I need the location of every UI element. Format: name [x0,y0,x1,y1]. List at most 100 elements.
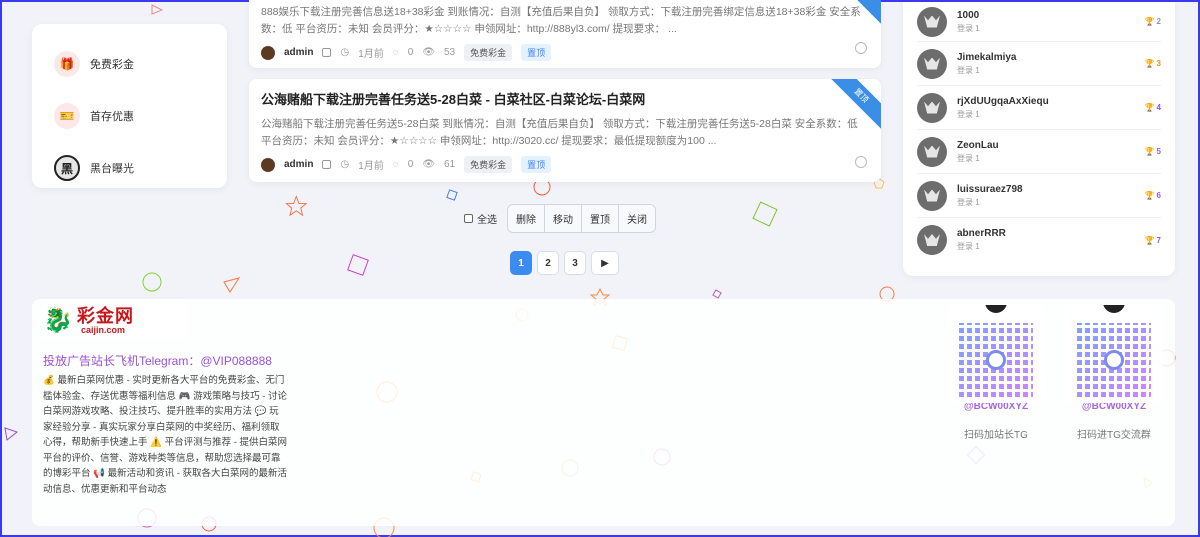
trophy-icon: 🏆 [1144,191,1155,200]
ranking-login-count: 登录 1 [957,197,980,207]
avatar [917,225,947,255]
pagination: 1 2 3 ▶ [510,251,619,275]
select-all-checkbox[interactable]: 全选 [464,211,497,226]
qr-code-image [1065,305,1163,403]
user-ranking-card: 1000 登录 1 🏆 2 Jimekalmiya 登录 1 🏆 3 rjXdUUgqa… [903,2,1175,276]
avatar [917,136,947,167]
avatar [261,157,275,172]
page-button-1[interactable]: 1 [510,251,532,275]
pin-button[interactable]: 置顶 [582,205,619,232]
avatar [917,6,947,37]
telegram-icon [1104,350,1124,370]
ranking-row[interactable]: 1000 登录 1 🏆 2 [917,2,1161,42]
qr-code-admin: @BCW00XYZ 扫码加站长TG [947,305,1045,441]
ranking-position: 🏆 4 [1144,103,1161,112]
post-meta: admin ◷ 1月前 ◌ 0 👁 61 免费彩金 置顶 [261,156,869,173]
post-title[interactable]: 公海赌船下载注册完善任务送5-28白菜 - 白菜社区-白菜论坛-白菜网 [261,89,869,108]
ranking-username: luissuraez798 [957,183,1023,195]
ranking-login-count: 登录 1 [957,23,980,33]
ranking-row[interactable]: luissuraez798 登录 1 🏆 6 [917,174,1161,218]
avatar [917,48,947,79]
logo-domain: caijin.com [81,325,126,335]
move-button[interactable]: 移动 [545,205,582,232]
page-button-3[interactable]: 3 [564,251,586,275]
category-item-first-deposit[interactable]: 🎫 首存优惠 [54,90,205,142]
post-card[interactable]: 888娱乐下载注册完善信息送18+38彩金 到账情况：自测【充值后果自负】 领取… [249,0,881,68]
blacklist-icon: 黑 [54,155,80,181]
avatar [261,45,275,60]
clock-icon: ◷ [340,47,350,58]
ranking-login-count: 登录 1 [957,109,980,119]
ranking-username: Jimekalmiya [957,51,1017,63]
ranking-row[interactable]: Jimekalmiya 登录 1 🏆 3 [917,42,1161,86]
trophy-icon: 🏆 [1144,59,1155,68]
ranking-username: ZeonLau [957,139,999,151]
post-time: 1月前 [358,49,384,60]
post-card[interactable]: 公海赌船下载注册完善任务送5-28白菜 - 白菜社区-白菜论坛-白菜网 公海赌船… [249,79,881,182]
bulk-actions: 全选 删除 移动 置顶 关闭 [464,204,656,233]
post-top-tag: 置顶 [521,156,552,173]
qr-caption: 扫码加站长TG [964,430,1028,441]
dragon-logo-icon: 🐉 [43,307,73,334]
comment-icon: ◌ [392,159,399,170]
eye-icon: 👁 [422,47,435,58]
ranking-row[interactable]: rjXdUUgqaAxXiequ 登录 1 🏆 4 [917,86,1161,130]
eye-icon: 👁 [422,159,435,170]
ranking-position: 🏆 2 [1144,17,1161,26]
ranking-position: 🏆 6 [1144,191,1161,200]
post-views: 53 [443,47,456,58]
post-select-checkbox[interactable] [322,160,332,169]
comment-icon: ◌ [392,47,399,58]
ranking-position: 🏆 3 [1144,59,1161,68]
ranking-position: 🏆 7 [1144,235,1161,245]
trophy-icon: 🏆 [1144,103,1155,112]
category-label: 黑台曝光 [90,163,134,175]
post-summary: 公海赌船下载注册完善任务送5-28白菜 到账情况：自测【充值后果自负】 领取方式… [261,118,858,147]
post-comments: 0 [407,159,414,170]
ranking-login-count: 登录 1 [957,65,980,75]
post-author[interactable]: admin [284,159,313,170]
close-button[interactable]: 关闭 [619,205,655,232]
post-category-tag[interactable]: 免费彩金 [464,44,513,61]
site-logo[interactable]: 🐉 彩金网 caijin.com [43,302,188,340]
ranking-login-count: 登录 1 [957,153,980,163]
post-radio[interactable] [855,156,867,168]
post-time: 1月前 [358,161,384,172]
ranking-row[interactable]: abnerRRR 登录 1 🏆 7 [917,218,1161,262]
ranking-position: 🏆 5 [1144,147,1161,156]
telegram-icon [986,350,1006,370]
post-category-tag[interactable]: 免费彩金 [464,156,513,173]
action-button-group: 删除 移动 置顶 关闭 [507,204,656,233]
category-label: 首存优惠 [90,111,134,123]
avatar [917,92,947,123]
category-label: 免费彩金 [90,59,134,71]
avatar [917,180,947,211]
delete-button[interactable]: 删除 [508,205,545,232]
trophy-icon: 🏆 [1144,17,1155,26]
trophy-icon: 🏆 [1144,235,1155,245]
ranking-row[interactable]: ZeonLau 登录 1 🏆 5 [917,130,1161,174]
select-all-label: 全选 [477,215,497,226]
post-author[interactable]: admin [284,47,313,58]
ranking-username: rjXdUUgqaAxXiequ [957,95,1049,107]
ranking-username: abnerRRR [957,228,1006,239]
post-views: 61 [443,159,456,170]
advertise-telegram-link[interactable]: 投放广告站长飞机Telegram：@VIP088888 [43,352,272,369]
post-summary: 888娱乐下载注册完善信息送18+38彩金 到账情况：自测【充值后果自负】 领取… [261,6,861,35]
trophy-icon: 🏆 [1144,147,1155,156]
ranking-login-count: 登录 1 [957,242,980,251]
post-radio[interactable] [855,42,867,54]
qr-caption: 扫码进TG交流群 [1077,430,1151,441]
checkbox-icon[interactable] [464,214,473,223]
site-footer: 🐉 彩金网 caijin.com 投放广告站长飞机Telegram：@VIP08… [32,299,1175,526]
page-button-2[interactable]: 2 [537,251,559,275]
next-page-icon[interactable]: ▶ [591,251,619,275]
category-item-blacklist[interactable]: 黑 黑台曝光 [54,142,205,194]
logo-title: 彩金网 [77,306,134,326]
post-top-tag: 置顶 [521,44,552,61]
ticket-icon: 🎫 [54,103,80,129]
gift-icon: 🎁 [54,51,80,77]
category-item-free-bonus[interactable]: 🎁 免费彩金 [54,38,205,90]
qr-code-group: @BCW00XYZ 扫码进TG交流群 [1065,305,1163,441]
post-select-checkbox[interactable] [322,48,332,57]
